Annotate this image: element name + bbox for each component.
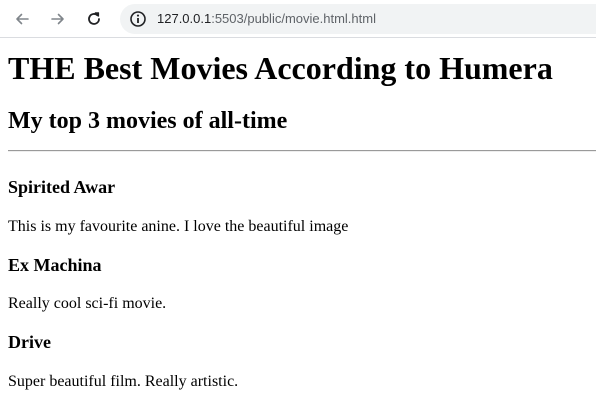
movie-title: Drive [8,332,51,352]
arrow-right-icon [51,13,64,25]
forward-button[interactable] [46,7,70,31]
info-icon[interactable] [129,10,147,28]
reload-button[interactable] [82,7,106,31]
page-content: THE Best Movies According to Humera My t… [0,38,596,407]
movie-description: This is my favourite anine. I love the b… [8,218,349,235]
address-bar[interactable]: 127.0.0.1:5503/public/movie.html.html [120,4,596,34]
page-subtitle: My top 3 movies of all-time [8,108,288,134]
arrow-left-icon [16,13,29,25]
reload-icon [88,12,100,25]
movie-description: Super beautiful film. Really artistic. [8,373,239,390]
url-text: 127.0.0.1:5503/public/movie.html.html [157,11,376,27]
browser-toolbar: 127.0.0.1:5503/public/movie.html.html [0,0,596,38]
movie-title: Ex Machina [8,255,102,275]
divider [8,150,596,152]
back-button[interactable] [10,7,34,31]
url-host: 127.0.0.1 [157,11,212,26]
url-path: :5503/public/movie.html.html [211,11,376,26]
movie-title: Spirited Awar [8,177,116,197]
movie-description: Really cool sci-fi movie. [8,295,167,312]
page-title: THE Best Movies According to Humera [8,50,553,86]
